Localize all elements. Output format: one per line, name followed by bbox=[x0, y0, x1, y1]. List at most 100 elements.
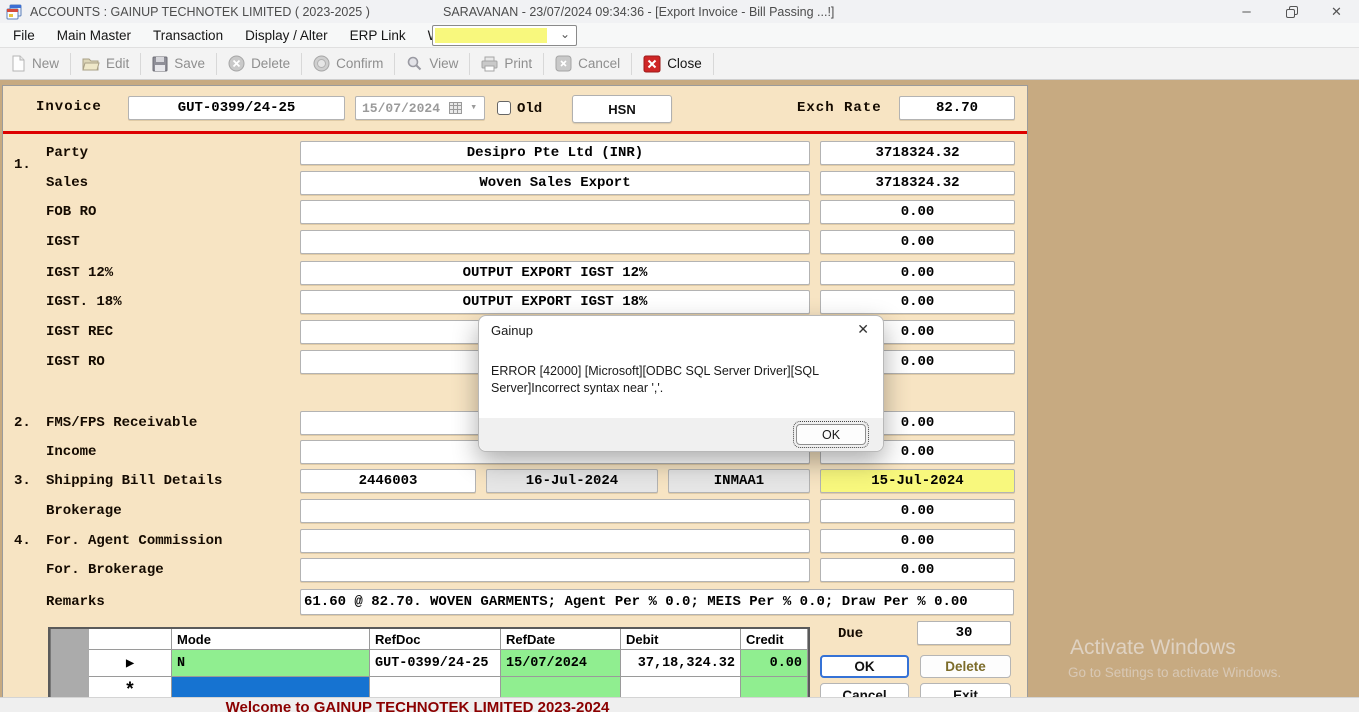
menu-main-master[interactable]: Main Master bbox=[46, 23, 142, 47]
toolbar-separator bbox=[713, 53, 714, 75]
grid-cell-debit[interactable]: 37,18,324.32 bbox=[621, 650, 741, 677]
shipping-bill-number-field[interactable]: 2446003 bbox=[300, 469, 476, 493]
agent-commission-field[interactable] bbox=[300, 529, 810, 553]
save-button[interactable]: Save bbox=[142, 51, 215, 77]
row-label-agent-commission: For. Agent Commission bbox=[46, 533, 222, 549]
grid-cell-credit[interactable]: 0.00 bbox=[741, 650, 808, 677]
toolbar-separator bbox=[469, 53, 470, 75]
menu-display-alter[interactable]: Display / Alter bbox=[234, 23, 339, 47]
delete-circle-icon bbox=[228, 55, 245, 72]
grid-header-refdate[interactable]: RefDate bbox=[501, 629, 621, 650]
new-button[interactable]: New bbox=[0, 51, 69, 77]
igst-18-amount-field[interactable]: 0.00 bbox=[820, 290, 1015, 314]
section-number-2: 2. bbox=[14, 415, 31, 431]
agent-commission-amount-field[interactable]: 0.00 bbox=[820, 529, 1015, 553]
floppy-disk-icon bbox=[152, 56, 168, 72]
igst-amount-field[interactable]: 0.00 bbox=[820, 230, 1015, 254]
row-label-igst-rec: IGST REC bbox=[46, 324, 113, 340]
due-label: Due bbox=[838, 626, 863, 642]
party-amount-field[interactable]: 3718324.32 bbox=[820, 141, 1015, 165]
hsn-button[interactable]: HSN bbox=[572, 95, 672, 123]
party-field[interactable]: Desipro Pte Ltd (INR) bbox=[300, 141, 810, 165]
row-label-brokerage: Brokerage bbox=[46, 503, 122, 519]
delete-button[interactable]: Delete bbox=[218, 51, 300, 77]
dialog-title: Gainup bbox=[491, 323, 533, 338]
restore-button[interactable] bbox=[1269, 0, 1314, 23]
grid-row-marker: ▶ bbox=[89, 650, 172, 677]
shipping-bill-date-field[interactable]: 16-Jul-2024 bbox=[486, 469, 658, 493]
chevron-down-icon: ⌄ bbox=[560, 27, 570, 41]
delete-entry-button[interactable]: Delete bbox=[920, 655, 1011, 678]
open-folder-icon bbox=[82, 56, 100, 72]
activate-windows-watermark: Activate Windows bbox=[1070, 636, 1236, 660]
toolbar-separator bbox=[301, 53, 302, 75]
printer-icon bbox=[481, 56, 498, 72]
invoice-number-field[interactable]: GUT-0399/24-25 bbox=[128, 96, 345, 120]
view-button[interactable]: View bbox=[396, 51, 468, 77]
shipping-port-field[interactable]: INMAA1 bbox=[668, 469, 810, 493]
shipping-lets-date-field[interactable]: 15-Jul-2024 bbox=[820, 469, 1015, 493]
dialog-close-icon[interactable]: ✕ bbox=[857, 321, 869, 338]
due-field[interactable]: 30 bbox=[917, 621, 1011, 645]
section-number-4: 4. bbox=[14, 533, 31, 549]
fob-ro-field[interactable] bbox=[300, 200, 810, 224]
brokerage-amount-field[interactable]: 0.00 bbox=[820, 499, 1015, 523]
menu-file[interactable]: File bbox=[2, 23, 46, 47]
minimize-button[interactable]: – bbox=[1224, 0, 1269, 23]
row-label-party: Party bbox=[46, 145, 88, 161]
ok-button[interactable]: OK bbox=[820, 655, 909, 678]
toolbar-separator bbox=[394, 53, 395, 75]
menu-transaction[interactable]: Transaction bbox=[142, 23, 234, 47]
igst-field[interactable] bbox=[300, 230, 810, 254]
toolbar-separator bbox=[216, 53, 217, 75]
red-separator bbox=[3, 131, 1027, 134]
fob-ro-amount-field[interactable]: 0.00 bbox=[820, 200, 1015, 224]
grid-header-debit[interactable]: Debit bbox=[621, 629, 741, 650]
cancel-button[interactable]: Cancel bbox=[545, 51, 630, 77]
close-window-button[interactable]: ✕ bbox=[1314, 0, 1359, 23]
confirm-circle-icon bbox=[313, 55, 330, 72]
invoice-date-field[interactable]: 15/07/2024 ▾ bbox=[355, 96, 485, 120]
toolbar-separator bbox=[70, 53, 71, 75]
reference-grid: Mode RefDoc RefDate Debit Credit ▶ N GUT… bbox=[48, 627, 810, 705]
old-checkbox[interactable] bbox=[497, 101, 511, 115]
close-button[interactable]: Close bbox=[633, 51, 712, 77]
exch-rate-field[interactable]: 82.70 bbox=[899, 96, 1015, 120]
app-window: ACCOUNTS : GAINUP TECHNOTEK LIMITED ( 20… bbox=[0, 0, 1359, 712]
grid-cell-mode[interactable]: N bbox=[172, 650, 370, 677]
igst-18-field[interactable]: OUTPUT EXPORT IGST 18% bbox=[300, 290, 810, 314]
grid-filler-column bbox=[50, 629, 89, 703]
dialog-ok-button[interactable]: OK bbox=[796, 424, 866, 445]
igst-12-amount-field[interactable]: 0.00 bbox=[820, 261, 1015, 285]
magnifier-icon bbox=[406, 55, 423, 72]
sales-amount-field[interactable]: 3718324.32 bbox=[820, 171, 1015, 195]
new-page-icon bbox=[10, 55, 26, 72]
grid-header-refdoc[interactable]: RefDoc bbox=[370, 629, 501, 650]
remarks-field[interactable]: 61.60 @ 82.70. WOVEN GARMENTS; Agent Per… bbox=[300, 589, 1014, 615]
row-label-shipping-bill: Shipping Bill Details bbox=[46, 473, 222, 489]
windows-combobox[interactable]: ⌄ bbox=[432, 25, 577, 46]
row-label-igst-ro: IGST RO bbox=[46, 354, 105, 370]
grid-cell-refdoc[interactable]: GUT-0399/24-25 bbox=[370, 650, 501, 677]
row-label-fms-fps: FMS/FPS Receivable bbox=[46, 415, 197, 431]
for-brokerage-amount-field[interactable]: 0.00 bbox=[820, 558, 1015, 582]
edit-button[interactable]: Edit bbox=[72, 51, 139, 77]
for-brokerage-field[interactable] bbox=[300, 558, 810, 582]
menu-erp-link[interactable]: ERP Link bbox=[339, 23, 417, 47]
window-subtitle: SARAVANAN - 23/07/2024 09:34:36 - [Expor… bbox=[443, 5, 834, 19]
igst-12-field[interactable]: OUTPUT EXPORT IGST 12% bbox=[300, 261, 810, 285]
window-title: ACCOUNTS : GAINUP TECHNOTEK LIMITED ( 20… bbox=[30, 5, 370, 19]
status-bar: Welcome to GAINUP TECHNOTEK LIMITED 2023… bbox=[0, 697, 1359, 712]
brokerage-field[interactable] bbox=[300, 499, 810, 523]
invoice-label: Invoice bbox=[36, 99, 102, 115]
grid-header-credit[interactable]: Credit bbox=[741, 629, 808, 650]
close-red-icon bbox=[643, 55, 661, 73]
cancel-box-icon bbox=[555, 55, 572, 72]
date-dropdown-icon[interactable]: ▾ bbox=[470, 100, 477, 114]
grid-cell-refdate[interactable]: 15/07/2024 bbox=[501, 650, 621, 677]
grid-header-mode[interactable]: Mode bbox=[172, 629, 370, 650]
exch-rate-label: Exch Rate bbox=[797, 100, 882, 116]
confirm-button[interactable]: Confirm bbox=[303, 51, 393, 77]
print-button[interactable]: Print bbox=[471, 51, 542, 77]
sales-field[interactable]: Woven Sales Export bbox=[300, 171, 810, 195]
